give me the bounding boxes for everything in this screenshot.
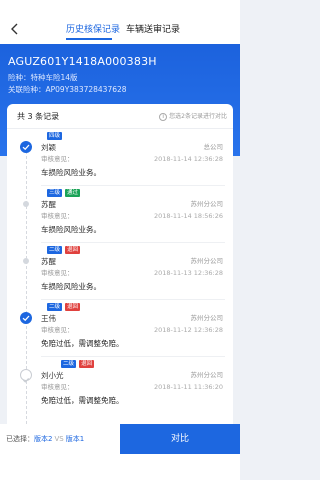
reviewer-name: 王伟 bbox=[41, 314, 56, 323]
reviewer-name: 苏醒 bbox=[41, 200, 56, 209]
related-risk-label: 关联险种： bbox=[8, 85, 46, 94]
version-b: 版本1 bbox=[65, 435, 85, 443]
review-opinion: 免赔过低，需调整免赔。 bbox=[41, 339, 124, 348]
review-time: 2018-11-12 12:36:28 bbox=[153, 326, 223, 334]
selected-versions: 已选择：版本2 VS 版本1 bbox=[6, 434, 84, 444]
policy-number: AGUZ601Y1418A000383H bbox=[8, 55, 157, 68]
review-time: 2018-11-13 12:36:28 bbox=[153, 269, 223, 277]
unchecked-circle-icon[interactable] bbox=[20, 369, 32, 383]
record-count: 共 3 条记录 bbox=[17, 112, 60, 121]
returned-badge: 退回 bbox=[65, 246, 81, 254]
reviewer-name: 刘颖 bbox=[41, 143, 56, 152]
vs-label: VS bbox=[54, 435, 64, 443]
level-badge: 二级 bbox=[47, 246, 63, 254]
divider bbox=[41, 242, 225, 243]
divider bbox=[41, 299, 225, 300]
risk-type-label: 险种： bbox=[8, 73, 31, 82]
compare-button[interactable]: 对比 bbox=[120, 424, 240, 454]
review-opinion: 车损险风险业务。 bbox=[41, 168, 101, 177]
level-badge: 二级 bbox=[47, 303, 63, 311]
record-item[interactable]: 二级 退回 苏醒 苏州分公司 审核意见： 2018-11-13 12:36:28… bbox=[7, 244, 233, 300]
compare-tip: i 您选2条记录进行对比 bbox=[159, 112, 227, 121]
level-badge: 三级 bbox=[47, 189, 63, 197]
record-item[interactable]: 三级 通过 苏醒 苏州分公司 审核意见： 2018-11-14 18:56:26… bbox=[7, 187, 233, 243]
record-item[interactable]: 四级 刘颖 总公司 审核意见： 2018-11-14 12:36:28 车损险风… bbox=[7, 130, 233, 186]
review-opinion: 车损险风险业务。 bbox=[41, 282, 101, 291]
level-badge: 二级 bbox=[61, 360, 77, 368]
info-icon: i bbox=[159, 112, 168, 121]
records-header: 共 3 条记录 i 您选2条记录进行对比 bbox=[7, 104, 233, 129]
reviewer-name: 苏醒 bbox=[41, 257, 56, 266]
active-tab-indicator bbox=[66, 38, 112, 40]
pass-badge: 通过 bbox=[65, 189, 81, 197]
bottom-bar: 已选择：版本2 VS 版本1 对比 bbox=[0, 424, 240, 480]
review-time: 2018-11-14 12:36:28 bbox=[153, 155, 223, 163]
level-badge: 四级 bbox=[47, 132, 63, 140]
review-time: 2018-11-11 11:36:20 bbox=[153, 383, 223, 391]
back-button[interactable] bbox=[8, 22, 22, 36]
opinion-label: 审核意见： bbox=[41, 269, 74, 277]
returned-badge: 退回 bbox=[65, 303, 81, 311]
top-nav: 历史核保记录 车辆送审记录 bbox=[0, 0, 240, 44]
risk-type-row: 险种：特种车险14版 bbox=[8, 73, 78, 83]
reviewer-company: 苏州分公司 bbox=[190, 200, 224, 208]
timeline-dot[interactable] bbox=[23, 201, 29, 207]
record-item[interactable]: 二级 退回 王伟 苏州分公司 审核意见： 2018-11-12 12:36:28… bbox=[7, 301, 233, 357]
review-opinion: 免赔过低，需调整免赔。 bbox=[41, 396, 124, 405]
records-card: 共 3 条记录 i 您选2条记录进行对比 四级 刘颖 总公司 审核意见： 201… bbox=[7, 104, 233, 444]
compare-tip-text: 您选2条记录进行对比 bbox=[169, 113, 227, 120]
reviewer-company: 苏州分公司 bbox=[190, 257, 224, 265]
version-a: 版本2 bbox=[34, 435, 53, 443]
divider bbox=[41, 185, 225, 186]
related-risk-value: AP09Y383728437628 bbox=[45, 85, 127, 94]
selected-check-icon[interactable] bbox=[20, 312, 32, 324]
reviewer-name: 刘小光 bbox=[41, 371, 64, 380]
opinion-label: 审核意见： bbox=[41, 155, 74, 163]
opinion-label: 审核意见： bbox=[41, 383, 74, 391]
record-item[interactable]: 二级 退回 刘小光 苏州分公司 审核意见： 2018-11-11 11:36:2… bbox=[7, 358, 233, 414]
tab-history-underwriting[interactable]: 历史核保记录 bbox=[66, 24, 120, 36]
timeline-dot[interactable] bbox=[23, 258, 29, 264]
review-time: 2018-11-14 18:56:26 bbox=[153, 212, 223, 220]
related-risk-row: 关联险种：AP09Y383728437628 bbox=[8, 85, 127, 95]
tab-vehicle-review[interactable]: 车辆送审记录 bbox=[126, 24, 180, 36]
opinion-label: 审核意见： bbox=[41, 212, 74, 220]
reviewer-company: 总公司 bbox=[203, 143, 224, 151]
chevron-left-icon bbox=[11, 23, 18, 35]
review-opinion: 车损险风险业务。 bbox=[41, 225, 101, 234]
selected-label: 已选择： bbox=[6, 435, 34, 443]
selected-check-icon[interactable] bbox=[20, 141, 32, 153]
divider bbox=[41, 356, 225, 357]
reviewer-company: 苏州分公司 bbox=[190, 314, 224, 322]
returned-badge: 退回 bbox=[79, 360, 95, 368]
reviewer-company: 苏州分公司 bbox=[190, 371, 224, 379]
opinion-label: 审核意见： bbox=[41, 326, 74, 334]
risk-type-value: 特种车险14版 bbox=[30, 73, 78, 82]
